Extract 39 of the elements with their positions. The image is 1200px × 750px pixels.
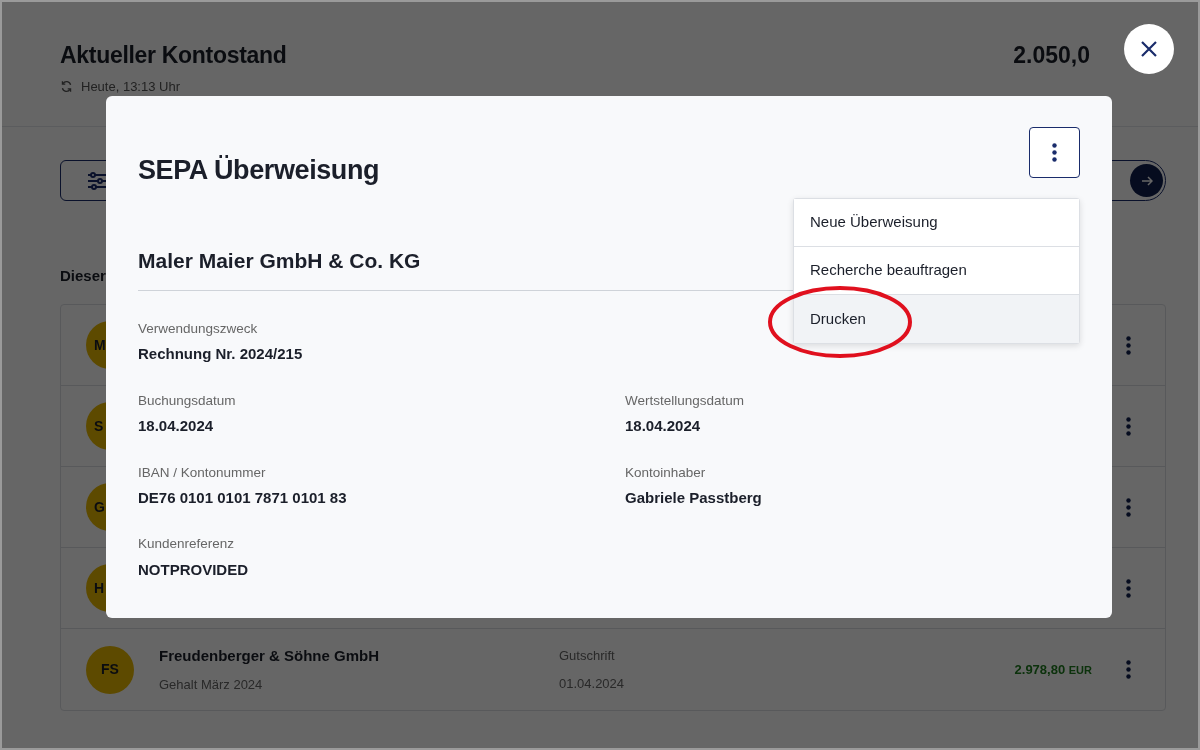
field-label: IBAN / Kontonummer — [138, 463, 267, 482]
field-label: Wertstellungsdatum — [625, 391, 746, 410]
field-label: Buchungsdatum — [138, 391, 237, 410]
arrow-right-icon — [1140, 175, 1153, 186]
kebab-icon — [1125, 335, 1131, 355]
transaction-date: 01.04.2024 — [559, 674, 625, 693]
kebab-icon — [1125, 578, 1131, 598]
field-label: Verwendungszweck — [138, 320, 259, 338]
currency: EUR — [1068, 663, 1092, 676]
balance-amount: 2.050,0 — [1013, 41, 1090, 70]
field-label: Kundenreferenz — [138, 535, 236, 554]
section-heading: Dieser — [60, 266, 106, 286]
close-button[interactable] — [1124, 24, 1174, 74]
field-value: Rechnung Nr. 2024/215 — [138, 344, 304, 365]
kebab-icon — [1125, 660, 1131, 679]
dialog-title: SEPA Überweisung — [138, 154, 380, 187]
amount: 2.978,80 EUR — [1014, 660, 1092, 679]
payee-name: Freudenberger & Söhne GmbH — [159, 645, 381, 666]
kebab-icon — [1125, 416, 1131, 436]
field-value: 18.04.2024 — [625, 416, 702, 436]
page-title: Aktueller Kontostand — [60, 41, 287, 70]
field-value: Gabriele Passtberg — [625, 487, 763, 508]
field-label: Kontoinhaber — [625, 463, 707, 482]
transaction-purpose: Gehalt März 2024 — [159, 676, 264, 694]
field-value: DE76 0101 0101 7871 0101 83 — [138, 487, 348, 508]
field-value: 18.04.2024 — [138, 416, 215, 436]
menu-item[interactable]: Drucken — [794, 295, 1079, 343]
transaction-type: Gutschrift — [559, 647, 616, 665]
menu-item[interactable]: Neue Überweisung — [794, 199, 1079, 247]
field-value: NOTPROVIDED — [138, 559, 249, 580]
avatar: FS — [86, 645, 134, 694]
menu-item[interactable]: Recherche beauftragen — [794, 247, 1079, 295]
more-options-button[interactable] — [1029, 127, 1080, 178]
close-icon — [1140, 40, 1158, 58]
refresh-icon — [60, 79, 73, 93]
kebab-icon — [1052, 143, 1057, 162]
update-time: Heute, 13:13 Uhr — [81, 77, 180, 96]
submit-button[interactable] — [1130, 164, 1163, 197]
kebab-icon — [1125, 497, 1131, 517]
